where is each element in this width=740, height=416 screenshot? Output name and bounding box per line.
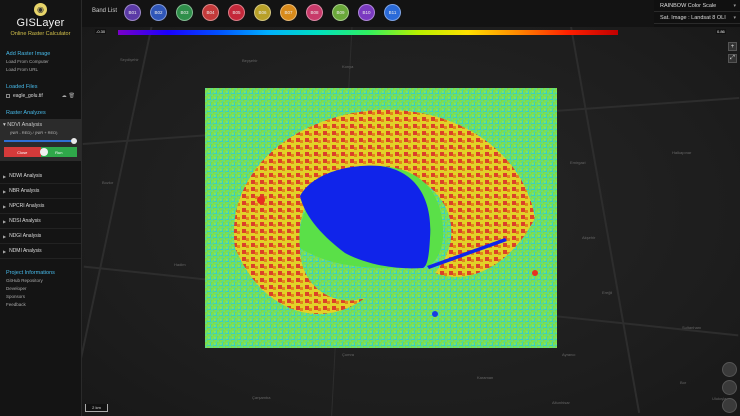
layer-toggle-button[interactable] — [722, 362, 737, 377]
raster-analyzes-heading: Raster Analyzes — [6, 110, 46, 116]
fullscreen-icon[interactable]: ⤢ — [728, 54, 737, 63]
color-scale-select[interactable]: RAINBOW Color Scale ▾ — [654, 0, 740, 12]
map-road — [82, 4, 158, 412]
app-title: GISLayer — [16, 17, 65, 29]
ndvi-analysis-header[interactable]: ▾ NDVI Analysis — [0, 121, 81, 129]
band-button-b04[interactable]: B04 — [202, 4, 219, 21]
loaded-file-row[interactable]: eagle_golu.tif ☁ 🗑 — [0, 91, 81, 101]
analysis-item-nbr[interactable]: ▶ NBR Analysis — [0, 184, 81, 199]
ndvi-raster-layer — [205, 88, 557, 348]
map-place-label: Ereğli — [602, 290, 613, 295]
map-place-label: Emirgazi — [570, 160, 586, 165]
colorbar-max-label: 0.86 — [716, 29, 726, 34]
ndvi-formula: (NIR - RED) / (NIR + RED) — [10, 130, 58, 135]
red-patch — [257, 196, 265, 204]
map-place-label: Akşehir — [582, 235, 596, 240]
map-place-label: Çumra — [342, 352, 355, 357]
file-checkbox[interactable] — [6, 94, 10, 98]
band-button-b03[interactable]: B03 — [176, 4, 193, 21]
map-place-label: Karaman — [477, 375, 494, 380]
analysis-item-ndsi[interactable]: ▶ NDSI Analysis — [0, 214, 81, 229]
chevron-down-icon: ▾ — [733, 3, 736, 9]
band-list-label: Band List — [92, 8, 118, 14]
color-scale-value: RAINBOW Color Scale — [660, 3, 717, 9]
add-raster-heading: Add Raster Image — [6, 51, 51, 57]
analysis-label: NDGI Analysis — [9, 233, 42, 239]
analysis-label: NBR Analysis — [9, 188, 40, 194]
map-road — [565, 2, 641, 414]
app-logo-block: ◉ GISLayer Online Raster Calculator — [0, 0, 81, 44]
map-place-label: Ayrancı — [562, 352, 576, 357]
ndvi-analysis-label: NDVI Analysis — [7, 122, 43, 128]
developer-link[interactable]: Developer — [0, 285, 81, 293]
cloud-download-icon[interactable]: ☁ — [62, 93, 67, 99]
map-place-label: Altunhisar — [552, 400, 570, 405]
caret-right-icon: ▶ — [3, 173, 7, 179]
map-place-label: Bozkır — [102, 180, 114, 185]
map-place-label: Seydişehir — [120, 57, 139, 62]
load-from-url-link[interactable]: Load From URL — [0, 66, 81, 74]
slider-track — [4, 140, 77, 142]
red-patch — [532, 270, 538, 276]
small-water-body — [432, 311, 438, 317]
sponsors-link[interactable]: Sponsors — [0, 293, 81, 301]
map-place-label: Hadim — [174, 262, 186, 267]
analysis-item-ndwi[interactable]: ▶ NDWI Analysis — [0, 169, 81, 184]
map-scale-bar: 2 km — [85, 404, 108, 412]
caret-right-icon: ▶ — [3, 218, 7, 224]
sat-image-select[interactable]: Sat. Image : Landsat 8 OLI ▾ — [654, 12, 740, 24]
map-place-label: Halkapınar — [672, 150, 692, 155]
ndvi-analysis-panel: ▾ NDVI Analysis (NIR - RED) / (NIR + RED… — [0, 119, 81, 161]
colorbar-min-label: -0.30 — [95, 29, 107, 34]
sat-image-value: Sat. Image : Landsat 8 OLI — [660, 15, 726, 21]
band-button-b02[interactable]: B02 — [150, 4, 167, 21]
analysis-label: NPCRI Analysis — [9, 203, 45, 209]
analysis-item-ndgi[interactable]: ▶ NDGI Analysis — [0, 229, 81, 244]
band-button-b07[interactable]: B07 — [280, 4, 297, 21]
app-subtitle: Online Raster Calculator — [10, 31, 71, 37]
project-info-heading: Project Informations — [6, 270, 55, 276]
map-place-label: Konya — [342, 64, 354, 69]
loaded-files-heading: Loaded Files — [6, 84, 38, 90]
caret-right-icon: ▶ — [3, 233, 7, 239]
run-toggle[interactable]: Close Run — [4, 147, 77, 157]
locate-button[interactable] — [722, 398, 737, 413]
map-place-label: Beyşehir — [242, 58, 258, 63]
github-repository-link[interactable]: GitHub Repository — [0, 277, 81, 285]
map-place-label: Bor — [680, 380, 687, 385]
analysis-item-ndmi[interactable]: ▶ NDMI Analysis — [0, 244, 81, 259]
band-button-b11[interactable]: B11 — [384, 4, 401, 21]
trash-icon[interactable]: 🗑 — [69, 93, 75, 99]
band-button-b01[interactable]: B01 — [124, 4, 141, 21]
color-scale-bar — [118, 30, 618, 35]
band-button-b06[interactable]: B06 — [254, 4, 271, 21]
band-button-b09[interactable]: B09 — [332, 4, 349, 21]
load-from-computer-link[interactable]: Load From Computer — [0, 58, 81, 66]
feedback-link[interactable]: Feedback — [0, 301, 81, 309]
zoom-in-button[interactable]: + — [728, 42, 737, 51]
globe-logo-icon: ◉ — [34, 3, 47, 16]
band-button-b05[interactable]: B05 — [228, 4, 245, 21]
map-place-label: Çarşamba — [252, 395, 271, 400]
analysis-label: NDSI Analysis — [9, 218, 41, 224]
map-settings-panel: RAINBOW Color Scale ▾ Sat. Image : Lands… — [654, 0, 740, 27]
toggle-knob[interactable] — [40, 148, 48, 156]
sidebar: ◉ GISLayer Online Raster Calculator Add … — [0, 0, 82, 416]
chevron-down-icon: ▾ — [733, 15, 736, 21]
caret-right-icon: ▶ — [3, 248, 7, 254]
analysis-item-npcri[interactable]: ▶ NPCRI Analysis — [0, 199, 81, 214]
analysis-label: NDWI Analysis — [9, 173, 43, 179]
analysis-label: NDMI Analysis — [9, 248, 42, 254]
basemap-toggle-button[interactable] — [722, 380, 737, 395]
caret-right-icon: ▶ — [3, 188, 7, 194]
band-button-b10[interactable]: B10 — [358, 4, 375, 21]
slider-handle[interactable] — [71, 138, 77, 144]
file-name: eagle_golu.tif — [13, 93, 43, 99]
band-button-b08[interactable]: B08 — [306, 4, 323, 21]
close-button[interactable]: Close — [4, 147, 41, 157]
analysis-list: ▶ NDWI Analysis ▶ NBR Analysis ▶ NPCRI Anal… — [0, 169, 81, 259]
map-place-label: Sultanhanı — [682, 325, 702, 330]
threshold-slider[interactable] — [4, 138, 77, 144]
caret-right-icon: ▶ — [3, 203, 7, 209]
